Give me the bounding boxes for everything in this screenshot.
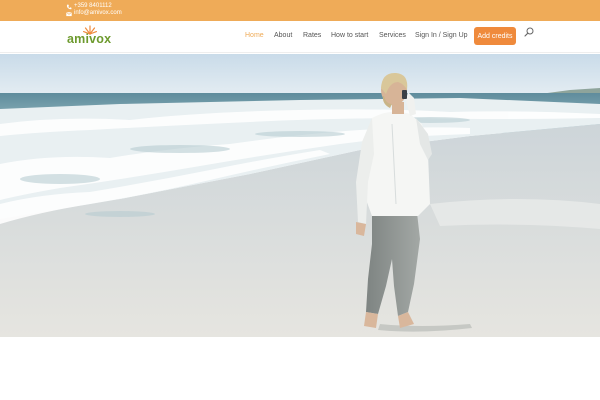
nav-rates[interactable]: Rates bbox=[303, 32, 321, 39]
phone-number: +359 8401112 bbox=[74, 3, 112, 9]
add-credits-button[interactable]: Add credits bbox=[474, 27, 516, 45]
envelope-icon bbox=[66, 11, 72, 16]
phone-icon bbox=[66, 4, 72, 9]
nav-about[interactable]: About bbox=[274, 32, 292, 39]
site-header: amivox Home About Rates How to start Ser… bbox=[0, 21, 600, 53]
nav-home[interactable]: Home bbox=[245, 32, 264, 39]
email-address: info@amivox.com bbox=[74, 10, 122, 16]
phone-contact[interactable]: +359 8401112 bbox=[66, 3, 112, 10]
nav-sign-in[interactable]: Sign In / Sign Up bbox=[415, 32, 468, 39]
search-icon[interactable] bbox=[524, 27, 534, 37]
logo-text: amivox bbox=[67, 32, 112, 46]
site-logo[interactable]: amivox bbox=[67, 25, 113, 49]
contact-bar: +359 8401112 info@amivox.com bbox=[0, 0, 600, 21]
email-contact[interactable]: info@amivox.com bbox=[66, 10, 122, 17]
content-area bbox=[0, 337, 600, 400]
hero-image bbox=[0, 54, 600, 337]
nav-how-to-start[interactable]: How to start bbox=[331, 32, 368, 39]
nav-services[interactable]: Services bbox=[379, 32, 406, 39]
beach-photo bbox=[0, 54, 600, 337]
